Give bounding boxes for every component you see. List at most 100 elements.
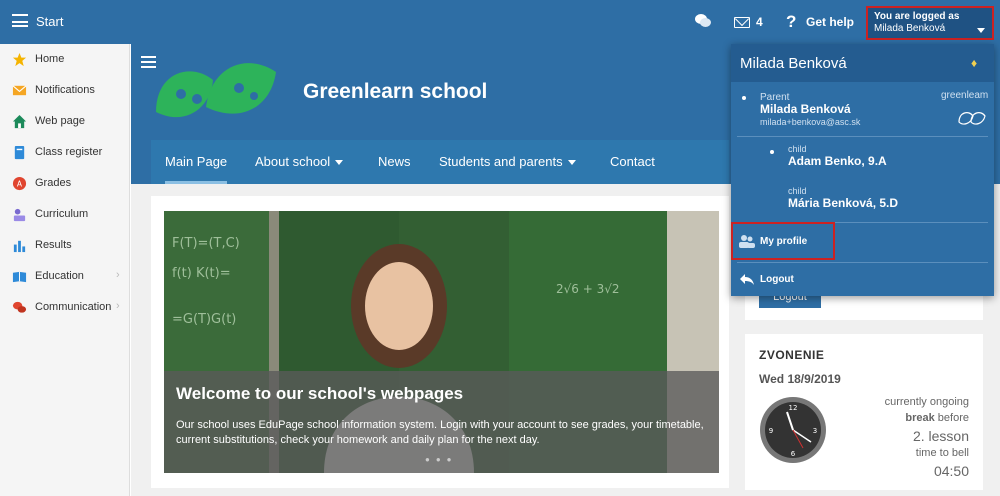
bullet-icon [742,96,746,100]
chevron-right-icon: › [116,300,120,312]
svg-text:f(t) K(t)=: f(t) K(t)= [172,266,231,281]
envelope-icon [12,85,27,96]
profile-icon [739,235,755,248]
my-profile-link[interactable]: My profile [760,236,807,247]
svg-text:6: 6 [791,450,796,458]
chevron-right-icon: › [116,269,120,281]
sidebar-item-label: Curriculum [35,208,89,220]
top-bar: Start 4 ? Get help You are logged as Mil… [0,0,1000,44]
caret-down-icon [335,160,344,166]
caret-down-icon [567,160,576,166]
dropdown-user-name: Milada Benková [740,55,847,72]
logged-user-button[interactable]: You are logged as Milada Benková [866,6,994,40]
sidebar-item-label: Results [35,239,72,251]
svg-text:3: 3 [813,427,817,435]
svg-text:=G(T)G(t): =G(T)G(t) [172,312,236,327]
logged-user-name: Milada Benková [874,23,946,34]
sidebar-item-grades[interactable]: A Grades [0,170,130,198]
sidebar-item-label: Notifications [35,84,95,96]
hero-caption: Welcome to our school's webpages Our sch… [164,371,719,473]
main-nav: Main Page About school News Students and… [151,140,729,184]
status-countdown: 04:50 [933,463,969,479]
widget-date: Wed 18/9/2019 [759,372,841,386]
nav-about-school-label: About school [255,154,331,169]
sidebar: Home Notifications Web page Class regist… [0,44,130,496]
status-line4: time to bell [915,447,969,459]
divider [737,262,988,263]
sidebar-item-home[interactable]: Home [0,46,130,74]
parent-name[interactable]: Milada Benková [760,102,851,116]
carousel-dots[interactable]: ●●● [425,455,458,464]
svg-text:2√6 + 3√2: 2√6 + 3√2 [556,282,620,296]
help-icon[interactable]: ? [786,12,796,32]
sidebar-item-label: Web page [35,115,85,127]
mail-icon[interactable] [734,17,750,28]
sidebar-item-label: Home [35,53,65,65]
child-label: child [788,144,807,154]
sidebar-item-notifications[interactable]: Notifications [0,77,130,105]
sidebar-item-class-register[interactable]: Class register [0,139,130,167]
house-icon [12,114,27,129]
hero-title: Welcome to our school's webpages [176,384,464,403]
chat-bubbles-icon [12,301,27,313]
chevron-down-icon [977,28,985,33]
sidebar-item-curriculum[interactable]: Curriculum [0,201,130,229]
status-before: before [937,412,969,424]
hero-text: Our school uses EduPage school informati… [176,419,704,446]
clock-icon: 12 3 6 9 [760,397,826,463]
child-name[interactable]: Adam Benko, 9.A [788,154,887,168]
child-name[interactable]: Mária Benková, 5.D [788,196,898,210]
nav-students-parents[interactable]: Students and parents [439,140,576,184]
nav-news[interactable]: News [378,140,411,184]
menu-icon[interactable] [12,14,28,27]
status-lesson: 2. lesson [912,428,969,444]
chat-icon[interactable] [694,12,712,30]
sidebar-item-label: Grades [35,177,72,189]
svg-text:A: A [17,179,23,188]
sidebar-item-education[interactable]: Education › [0,263,130,291]
curriculum-icon [13,208,26,222]
content-card: F(T)=(T,C) f(t) K(t)= =G(T)G(t) 2√6 + 3√… [151,196,729,488]
sidebar-item-communication[interactable]: Communication › [0,294,130,322]
user-dropdown: Milada Benková ♦ Parent Milada Benková m… [731,44,994,296]
star-icon [12,52,27,67]
start-link[interactable]: Start [36,14,63,29]
school-logo [156,63,276,118]
bell-schedule-widget: ZVONENIE Wed 18/9/2019 12 3 6 9 currentl… [745,334,983,490]
bullet-icon [770,150,774,154]
svg-text:12: 12 [789,404,798,412]
status-line1: currently ongoing [884,396,969,408]
sidebar-item-results[interactable]: Results [0,232,130,260]
dropdown-header: Milada Benková ♦ [731,44,994,82]
school-logo-small-icon [958,112,986,125]
sidebar-item-label: Education [35,270,84,282]
nav-students-parents-label: Students and parents [439,154,563,169]
logged-as-label: You are logged as [874,11,960,22]
nav-contact[interactable]: Contact [610,140,655,184]
bell-icon[interactable]: ♦ [971,56,977,70]
nav-main-page[interactable]: Main Page [165,140,228,184]
svg-text:9: 9 [769,427,773,435]
notebook-icon [14,145,25,160]
svg-text:F(T)=(T,C): F(T)=(T,C) [172,236,240,251]
divider [737,136,988,137]
child-label: child [788,186,807,196]
bar-chart-icon [13,240,26,253]
status-line2: break before [905,412,969,424]
hero-banner: F(T)=(T,C) f(t) K(t)= =G(T)G(t) 2√6 + 3√… [164,211,719,473]
sidebar-item-label: Class register [35,146,103,158]
widget-title: ZVONENIE [759,348,825,362]
parent-email: milada+benkova@asc.sk [760,117,861,127]
book-icon [12,271,27,283]
logout-icon [740,274,754,285]
sidebar-item-web-page[interactable]: Web page [0,108,130,136]
school-brand-label: greenleam [941,90,989,101]
status-break: break [905,412,935,424]
nav-about-school[interactable]: About school [255,140,344,184]
logout-link[interactable]: Logout [760,274,794,285]
school-name: Greenlearn school [303,80,488,103]
mail-count[interactable]: 4 [756,15,763,29]
sidebar-item-label: Communication [35,301,112,313]
get-help-link[interactable]: Get help [806,15,854,29]
grades-icon: A [12,176,27,191]
